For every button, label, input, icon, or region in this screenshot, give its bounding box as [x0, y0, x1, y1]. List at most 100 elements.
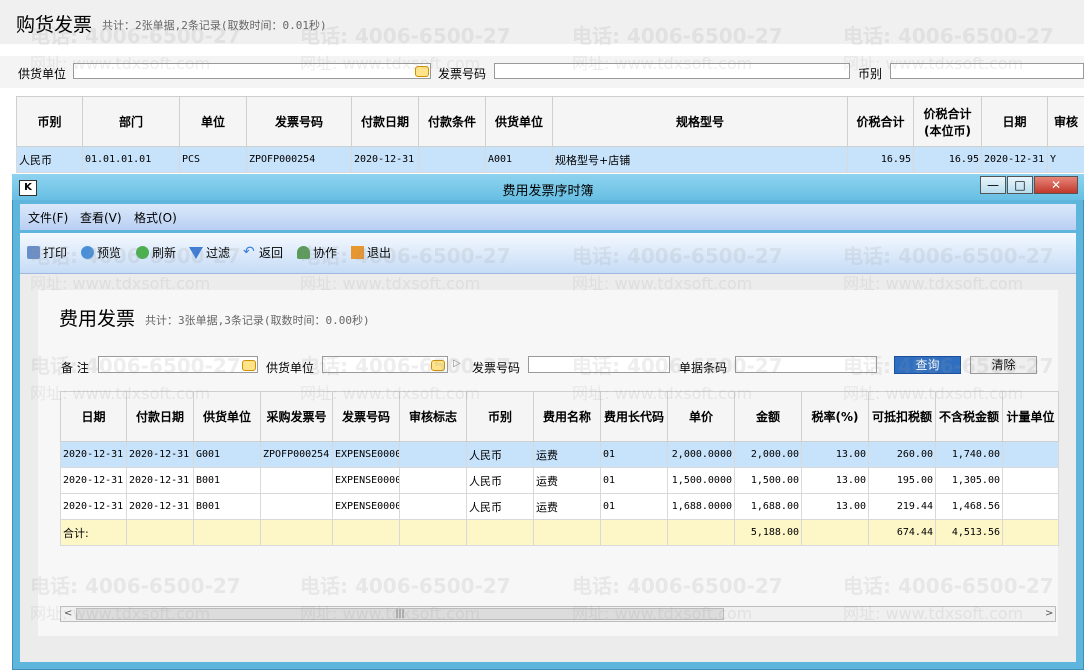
column-header[interactable]: 发票号码 [246, 96, 352, 147]
column-header[interactable]: 费用长代码 [600, 391, 668, 442]
exit-label: 退出 [367, 246, 392, 260]
expense-invoice-no-input[interactable] [528, 356, 670, 373]
column-header[interactable]: 规格型号 [552, 96, 848, 147]
remark-input[interactable] [98, 356, 258, 373]
scroll-left-icon[interactable]: < [64, 608, 72, 619]
column-header[interactable]: 金额 [734, 391, 802, 442]
menu-file[interactable]: 文件(F) [28, 209, 68, 226]
table-cell: 01 [600, 493, 668, 520]
total-cell [600, 519, 668, 546]
close-button[interactable]: ✕ [1034, 176, 1078, 194]
currency-input[interactable] [890, 63, 1084, 79]
total-cell: 4,513.56 [935, 519, 1003, 546]
filter-icon [189, 246, 203, 259]
scroll-thumb[interactable]: ||| [76, 608, 724, 620]
table-cell: 01.01.01.01 [82, 146, 180, 173]
table-cell: 1,500.0000 [667, 467, 735, 494]
scroll-right-icon[interactable]: > [1045, 608, 1053, 619]
column-header[interactable]: 发票号码 [332, 391, 400, 442]
column-header[interactable]: 不含税金额 [935, 391, 1003, 442]
column-header[interactable]: 税率(%) [801, 391, 869, 442]
column-header[interactable]: 计量单位 [1002, 391, 1059, 442]
table-cell: ZPOFP000254 [260, 441, 333, 468]
list-title: 费用发票 [59, 308, 136, 330]
invoice-no-input[interactable] [494, 63, 850, 79]
column-header[interactable]: 日期 [60, 391, 127, 442]
table-cell: 219.44 [868, 493, 936, 520]
table-row[interactable]: 2020-12-312020-12-31B001EXPENSE0000Y人民币运… [60, 493, 1059, 520]
column-header[interactable]: 供货单位 [485, 96, 553, 147]
filter-label: 过滤 [206, 246, 231, 260]
expense-invoice-grid: 日期 付款日期 供货单位 采购发票号 发票号码 审核标志 币别 费用名称 费用长代码 单价 金额 税率… [60, 391, 1059, 546]
exit-button[interactable]: 退出 [351, 244, 391, 261]
expense-supplier-input[interactable] [322, 356, 448, 373]
table-cell [399, 467, 467, 494]
back-label: 返回 [259, 246, 284, 260]
table-cell: 1,305.00 [935, 467, 1003, 494]
dropdown-arrow-icon[interactable]: ▷ [453, 358, 461, 369]
column-header[interactable]: 部门 [82, 96, 180, 147]
column-header[interactable]: 单价 [667, 391, 735, 442]
menu-view[interactable]: 查看(V) [80, 209, 122, 226]
refresh-button[interactable]: 刷新 [136, 244, 176, 261]
preview-button[interactable]: 预览 [81, 244, 121, 261]
column-header[interactable]: 币别 [16, 96, 83, 147]
search-icon[interactable] [415, 66, 429, 77]
table-cell: 2,000.0000 [667, 441, 735, 468]
maximize-button[interactable]: □ [1007, 176, 1033, 194]
column-header[interactable]: 价税合计(本位币) [913, 96, 982, 147]
print-button[interactable]: 打印 [27, 244, 67, 261]
total-cell [801, 519, 869, 546]
column-header[interactable]: 审核 [1047, 96, 1084, 147]
column-header[interactable]: 费用名称 [533, 391, 601, 442]
table-cell: 13.00 [801, 441, 869, 468]
exit-door-icon [351, 246, 364, 259]
table-row[interactable]: 2020-12-312020-12-31B001EXPENSE0000Y人民币运… [60, 467, 1059, 494]
supplier-input[interactable] [73, 63, 431, 79]
table-row[interactable]: 人民币 01.01.01.01 PCS ZPOFP000254 2020-12-31 A0… [16, 146, 1084, 173]
column-header[interactable]: 日期 [981, 96, 1048, 147]
table-cell: Y [1047, 146, 1084, 173]
column-header[interactable]: 审核标志 [399, 391, 467, 442]
table-cell [418, 146, 486, 173]
table-cell: 2020-12-31 [60, 467, 127, 494]
print-label: 打印 [43, 246, 68, 260]
table-cell: 2020-12-31 [60, 493, 127, 520]
minimize-button[interactable]: — [980, 176, 1006, 194]
column-header[interactable]: 采购发票号 [260, 391, 333, 442]
back-button[interactable]: ↶ 返回 [243, 244, 283, 261]
clear-button[interactable]: 清除 [970, 356, 1037, 374]
search-icon[interactable] [431, 360, 445, 371]
column-header[interactable]: 可抵扣税额 [868, 391, 936, 442]
collaborate-button[interactable]: 协作 [297, 244, 337, 261]
menu-format[interactable]: 格式(O) [134, 209, 177, 226]
column-header[interactable]: 供货单位 [193, 391, 261, 442]
barcode-label: 单据条码 [679, 361, 728, 375]
table-cell [399, 493, 467, 520]
column-header[interactable]: 币别 [466, 391, 534, 442]
filter-button[interactable]: 过滤 [189, 244, 230, 261]
column-header[interactable]: 付款日期 [351, 96, 419, 147]
refresh-icon [136, 246, 149, 259]
table-cell: 16.95 [847, 146, 914, 173]
column-header[interactable]: 付款日期 [126, 391, 194, 442]
barcode-input[interactable] [735, 356, 877, 373]
printer-icon [27, 246, 40, 259]
table-cell: 2020-12-31 [126, 493, 194, 520]
table-cell: 2020-12-31 [60, 441, 127, 468]
column-header[interactable]: 付款条件 [418, 96, 486, 147]
table-cell: 人民币 [466, 467, 534, 494]
column-header[interactable]: 单位 [179, 96, 247, 147]
users-icon [297, 246, 310, 259]
total-cell [399, 519, 467, 546]
table-cell: EXPENSE0000Y [332, 441, 400, 468]
refresh-label: 刷新 [152, 246, 177, 260]
table-row[interactable]: 2020-12-31 2020-12-31 G001 ZPOFP000254 EXPEN… [60, 441, 1059, 468]
table-cell: 运费 [533, 467, 601, 494]
table-cell: ZPOFP000254 [246, 146, 352, 173]
search-icon[interactable] [242, 360, 256, 371]
query-button[interactable]: 查询 [894, 356, 961, 374]
column-header[interactable]: 价税合计 [847, 96, 914, 147]
table-cell: 1,500.00 [734, 467, 802, 494]
expense-supplier-label: 供货单位 [266, 361, 315, 375]
